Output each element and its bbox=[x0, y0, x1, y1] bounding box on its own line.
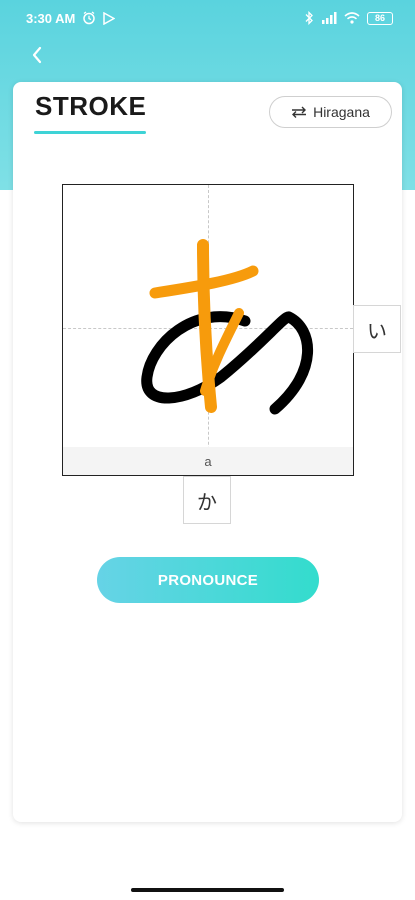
alarm-icon bbox=[82, 11, 96, 25]
chevron-left-icon bbox=[32, 46, 42, 64]
romaji-label: a bbox=[63, 447, 353, 475]
script-toggle-label: Hiragana bbox=[313, 104, 370, 120]
stroke-board[interactable]: a bbox=[62, 184, 354, 476]
wifi-icon bbox=[344, 12, 360, 24]
status-bar: 3:30 AM 86 bbox=[0, 0, 415, 36]
play-store-icon bbox=[103, 11, 116, 25]
status-time: 3:30 AM bbox=[26, 10, 76, 26]
home-indicator[interactable] bbox=[131, 888, 284, 892]
row-next-character-button[interactable]: か bbox=[183, 476, 231, 524]
signal-icon bbox=[321, 12, 337, 24]
stroke-card: STROKE Hiragana a い か PRONOUNCE bbox=[13, 82, 402, 822]
back-button[interactable] bbox=[22, 40, 52, 70]
script-toggle-button[interactable]: Hiragana bbox=[269, 96, 392, 128]
character-glyph bbox=[141, 239, 313, 415]
title-underline bbox=[34, 131, 146, 134]
pronounce-button[interactable]: PRONOUNCE bbox=[97, 557, 319, 603]
battery-icon: 86 bbox=[367, 11, 393, 25]
page-title: STROKE bbox=[35, 91, 147, 121]
swap-icon bbox=[292, 106, 307, 118]
bluetooth-icon bbox=[304, 11, 314, 25]
next-character-button[interactable]: い bbox=[353, 305, 401, 353]
